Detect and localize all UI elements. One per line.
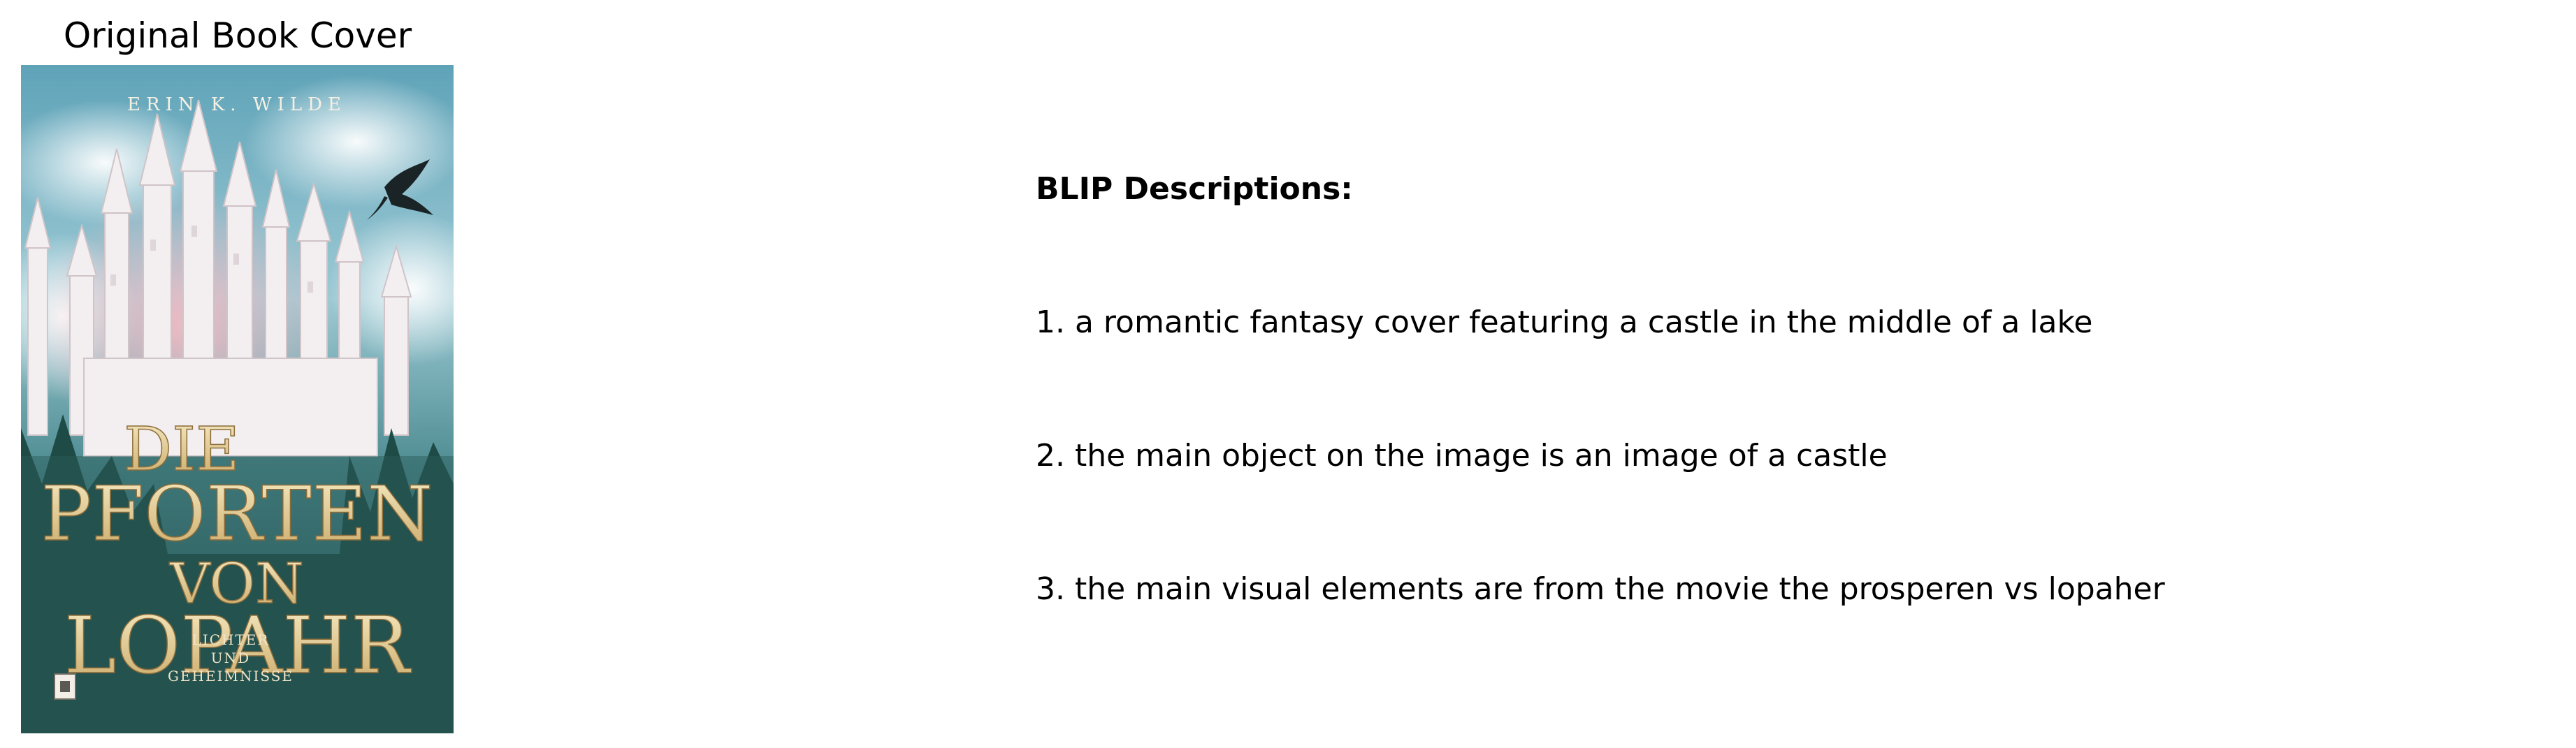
svg-text:ERIN K. WILDE: ERIN K. WILDE [127, 94, 347, 115]
svg-text:GEHEIMNISSE: GEHEIMNISSE [168, 668, 294, 684]
book-cover-illustration: ERIN K. WILDE DIE PFORTEN VON LOPAHR LIC… [21, 65, 454, 733]
svg-text:LICHTER: LICHTER [192, 631, 270, 648]
descriptions-heading: BLIP Descriptions: [1036, 171, 1353, 207]
svg-text:UND: UND [211, 650, 250, 666]
description-item-3: 3. the main visual elements are from the… [1036, 571, 2165, 607]
cover-panel-title: Original Book Cover [63, 15, 412, 56]
description-item-2: 2. the main object on the image is an im… [1036, 438, 1888, 474]
book-cover-image: ERIN K. WILDE DIE PFORTEN VON LOPAHR LIC… [21, 65, 454, 733]
svg-text:PFORTEN: PFORTEN [41, 471, 433, 558]
description-item-1: 1. a romantic fantasy cover featuring a … [1036, 305, 2093, 340]
